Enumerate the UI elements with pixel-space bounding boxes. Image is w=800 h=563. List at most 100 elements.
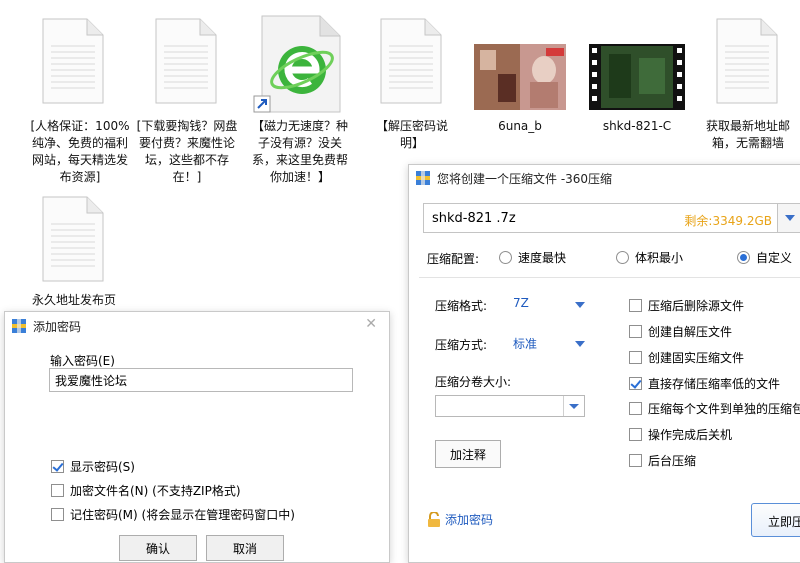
encrypt-filename-option[interactable]: 加密文件名(N) (不支持ZIP格式) bbox=[51, 482, 241, 499]
add-password-link[interactable]: 添加密码 bbox=[427, 511, 493, 528]
desktop-file-item[interactable]: 获取最新地址邮箱，无需翻墙 bbox=[698, 18, 798, 158]
free-space-text: 剩余:3349.2GB bbox=[684, 214, 772, 228]
ok-button[interactable]: 确认 bbox=[119, 535, 197, 561]
option-checkbox[interactable] bbox=[629, 299, 642, 312]
format-label: 压缩格式: bbox=[435, 299, 488, 313]
option-checkbox[interactable] bbox=[629, 325, 642, 338]
file-label: 6una_b bbox=[498, 119, 542, 133]
option-delete-source[interactable]: 压缩后删除源文件 bbox=[629, 297, 744, 314]
option-checkbox[interactable] bbox=[629, 428, 642, 441]
text-document-icon bbox=[42, 196, 104, 282]
option-label: 加密文件名(N) (不支持ZIP格式) bbox=[70, 484, 241, 498]
config-option-label: 体积最小 bbox=[635, 251, 684, 265]
file-label: shkd-821-C bbox=[602, 119, 672, 133]
text-document-icon bbox=[380, 18, 442, 104]
file-label: 永久地址发布页 bbox=[31, 293, 116, 307]
split-size-select[interactable] bbox=[435, 395, 585, 417]
option-self-extracting[interactable]: 创建自解压文件 bbox=[629, 323, 732, 340]
option-label: 创建自解压文件 bbox=[648, 325, 733, 339]
config-option-fastest[interactable]: 速度最快 bbox=[499, 249, 566, 266]
option-label: 操作完成后关机 bbox=[648, 428, 733, 442]
text-document-icon bbox=[716, 18, 778, 104]
filename-field[interactable]: shkd-821 .7z 剩余:3349.2GB bbox=[423, 203, 800, 233]
desktop-file-item[interactable]: 6una_b bbox=[470, 40, 570, 140]
option-checkbox[interactable] bbox=[629, 402, 642, 415]
archive-app-icon bbox=[416, 171, 430, 185]
method-value: 标准 bbox=[513, 337, 538, 351]
format-select[interactable]: 7Z bbox=[513, 296, 585, 314]
option-label: 压缩每个文件到单独的压缩包 bbox=[648, 402, 800, 416]
option-label: 记住密码(M) (将会显示在管理密码窗口中) bbox=[70, 508, 295, 522]
option-background[interactable]: 后台压缩 bbox=[629, 452, 696, 469]
option-store-low-ratio[interactable]: 直接存储压缩率低的文件 bbox=[629, 375, 780, 392]
config-radio[interactable] bbox=[499, 251, 512, 264]
config-radio[interactable] bbox=[616, 251, 629, 264]
chevron-down-icon bbox=[575, 302, 585, 308]
password-input[interactable]: 我爱魔性论坛 bbox=[49, 368, 353, 392]
option-checkbox[interactable] bbox=[629, 351, 642, 364]
option-label: 压缩后删除源文件 bbox=[648, 299, 745, 313]
text-document-icon bbox=[155, 18, 217, 104]
dialog-title: 您将创建一个压缩文件 -360压缩 bbox=[437, 171, 613, 186]
config-label: 压缩配置: bbox=[427, 252, 480, 266]
dialog-titlebar: 添加密码 ✕ bbox=[5, 312, 389, 340]
option-label: 显示密码(S) bbox=[70, 460, 135, 474]
desktop-file-item[interactable]: [人格保证：100%纯净、免费的福利网站，每天精选发布资源] bbox=[30, 18, 130, 188]
desktop-file-item[interactable]: 【磁力无速度？种子没有源？没关系，来这里免费帮你加速！】 bbox=[248, 14, 352, 184]
file-label: 获取最新地址邮箱，无需翻墙 bbox=[705, 119, 790, 150]
text-document-icon bbox=[42, 18, 104, 104]
start-compress-label: 立即压 bbox=[768, 515, 800, 529]
add-comment-button[interactable]: 加注释 bbox=[435, 440, 501, 468]
filename-value: shkd-821 .7z bbox=[432, 211, 516, 226]
option-label: 直接存储压缩率低的文件 bbox=[648, 377, 781, 391]
close-icon[interactable]: ✕ bbox=[365, 316, 377, 332]
config-option-label: 速度最快 bbox=[518, 251, 567, 265]
config-option-custom[interactable]: 自定义 bbox=[737, 249, 792, 266]
browser-shortcut-icon bbox=[253, 15, 341, 113]
option-solid-archive[interactable]: 创建固实压缩文件 bbox=[629, 349, 744, 366]
encrypt-filename-checkbox[interactable] bbox=[51, 484, 64, 497]
remember-password-checkbox[interactable] bbox=[51, 508, 64, 521]
option-checkbox[interactable] bbox=[629, 377, 642, 390]
add-password-dialog: 添加密码 ✕ 输入密码(E) 我爱魔性论坛 显示密码(S) 加密文件名(N) (… bbox=[4, 311, 390, 563]
dialog-title: 添加密码 bbox=[33, 319, 82, 334]
password-value: 我爱魔性论坛 bbox=[55, 374, 128, 388]
divider bbox=[419, 277, 800, 278]
show-password-option[interactable]: 显示密码(S) bbox=[51, 458, 135, 475]
config-option-smallest[interactable]: 体积最小 bbox=[616, 249, 683, 266]
chevron-down-icon bbox=[575, 341, 585, 347]
desktop-file-item[interactable]: shkd-821-C bbox=[585, 40, 689, 140]
compress-dialog: 您将创建一个压缩文件 -360压缩 shkd-821 .7z 剩余:3349.2… bbox=[408, 164, 800, 563]
remember-password-option[interactable]: 记住密码(M) (将会显示在管理密码窗口中) bbox=[51, 506, 295, 523]
option-checkbox[interactable] bbox=[629, 454, 642, 467]
option-label: 后台压缩 bbox=[648, 454, 697, 468]
image-thumbnail-icon bbox=[474, 44, 566, 110]
show-password-checkbox[interactable] bbox=[51, 460, 64, 473]
dialog-titlebar: 您将创建一个压缩文件 -360压缩 bbox=[409, 165, 800, 191]
start-compress-button[interactable]: 立即压 bbox=[751, 503, 800, 537]
desktop-file-item[interactable]: 【解压密码说明】 bbox=[362, 18, 462, 158]
split-size-label: 压缩分卷大小: bbox=[435, 375, 512, 389]
file-label: [下载要掏钱？网盘要付费？来魔性论坛，这些都不存在！] bbox=[136, 119, 238, 184]
file-label: [人格保证：100%纯净、免费的福利网站，每天精选发布资源] bbox=[30, 119, 130, 184]
option-label: 创建固实压缩文件 bbox=[648, 351, 745, 365]
password-input-label: 输入密码(E) bbox=[50, 354, 115, 368]
method-label: 压缩方式: bbox=[435, 338, 488, 352]
file-label: 【解压密码说明】 bbox=[375, 119, 448, 150]
cancel-button[interactable]: 取消 bbox=[206, 535, 284, 561]
method-select[interactable]: 标准 bbox=[513, 335, 585, 353]
config-option-label: 自定义 bbox=[756, 251, 793, 265]
add-password-label: 添加密码 bbox=[445, 513, 494, 527]
archive-app-icon bbox=[12, 319, 26, 333]
chevron-down-icon bbox=[563, 396, 584, 416]
config-radio[interactable] bbox=[737, 251, 750, 264]
lock-icon bbox=[428, 511, 440, 527]
chevron-down-icon[interactable] bbox=[777, 204, 800, 232]
format-value: 7Z bbox=[513, 296, 529, 310]
option-shutdown[interactable]: 操作完成后关机 bbox=[629, 426, 732, 443]
option-separate-archives[interactable]: 压缩每个文件到单独的压缩包 bbox=[629, 400, 800, 417]
video-thumbnail-icon bbox=[589, 44, 685, 110]
desktop-file-item[interactable]: 永久地址发布页 bbox=[24, 196, 124, 312]
desktop-file-item[interactable]: [下载要掏钱？网盘要付费？来魔性论坛，这些都不存在！] bbox=[135, 18, 239, 188]
file-label: 【磁力无速度？种子没有源？没关系，来这里免费帮你加速！】 bbox=[251, 119, 348, 184]
